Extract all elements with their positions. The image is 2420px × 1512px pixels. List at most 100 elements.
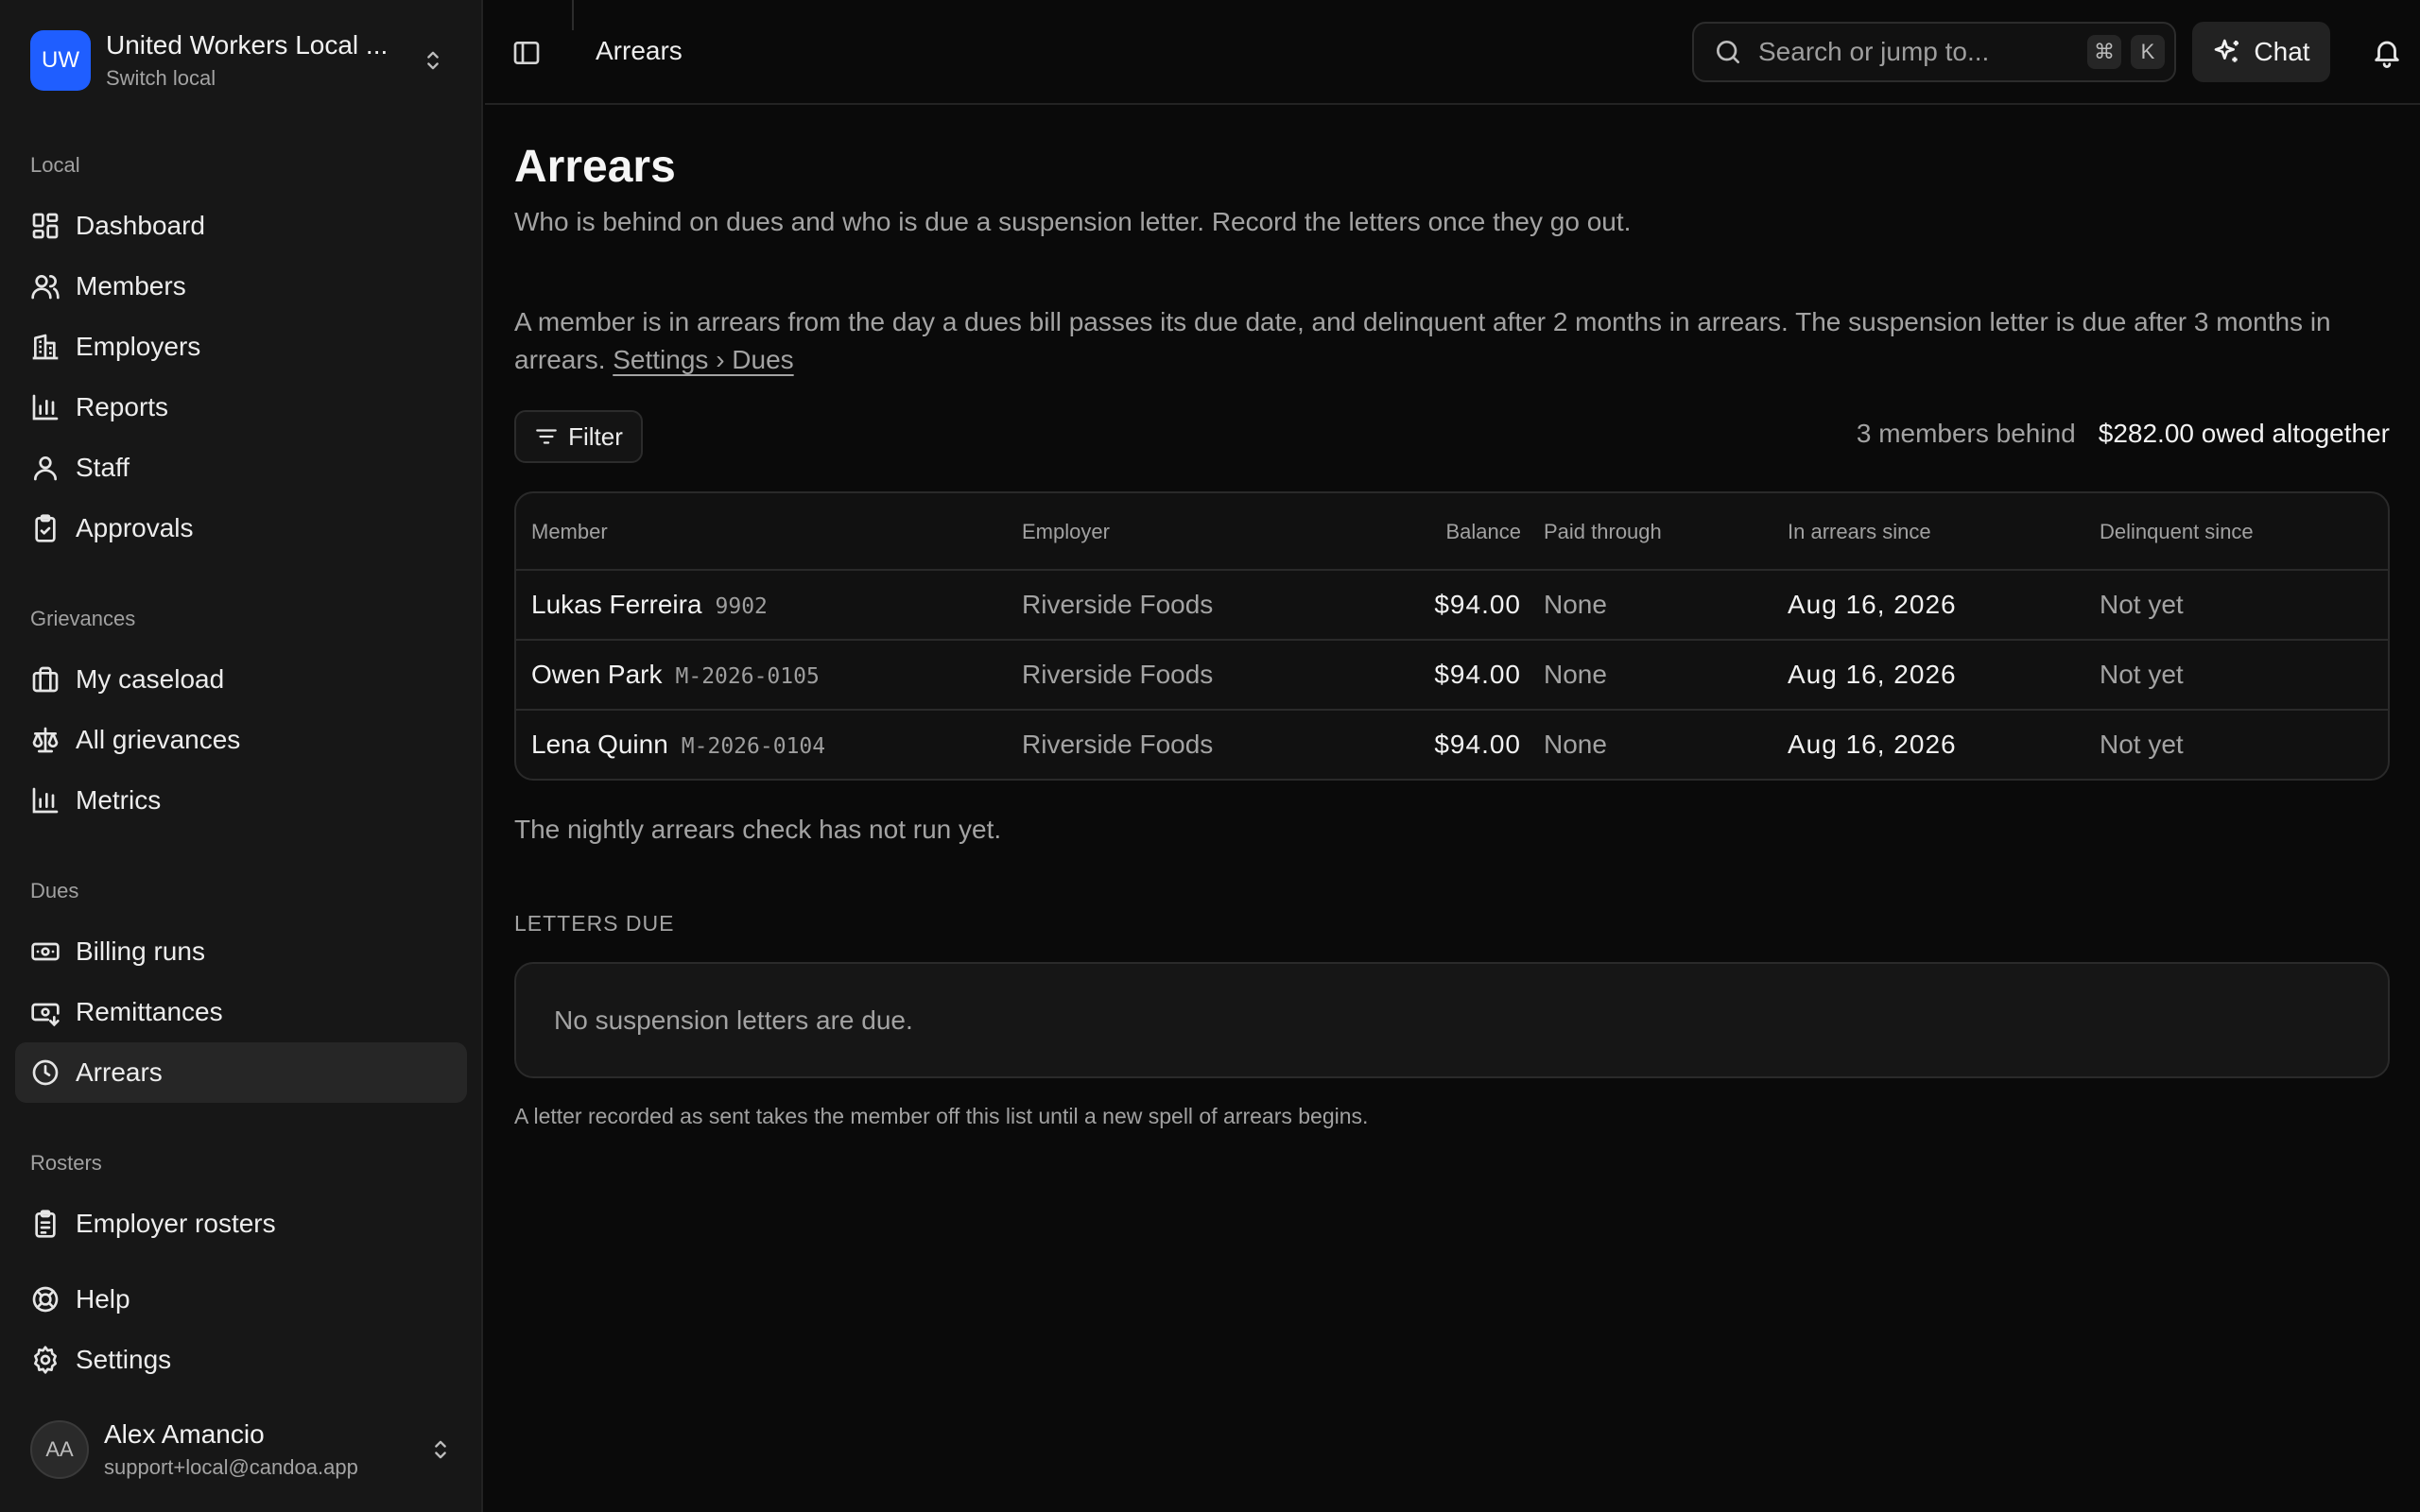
in-arrears-since: Aug 16, 2026 <box>1788 730 1957 759</box>
sidebar-item-employer-rosters[interactable]: Employer rosters <box>15 1194 467 1254</box>
sidebar-item-label: Arrears <box>76 1057 163 1087</box>
delinquent-since: Not yet <box>2100 590 2184 619</box>
column-header-balance[interactable]: Balance <box>1445 520 1521 544</box>
search-input[interactable]: Search or jump to... ⌘ K <box>1692 22 2176 82</box>
paid-through: None <box>1544 730 1607 759</box>
briefcase-icon <box>30 664 60 695</box>
sidebar-item-metrics[interactable]: Metrics <box>15 770 467 831</box>
column-header-delinquent-since[interactable]: Delinquent since <box>2100 520 2254 544</box>
org-switcher[interactable]: UW United Workers Local ... Switch local <box>15 15 459 106</box>
chevron-up-down-icon <box>420 47 446 74</box>
sidebar-item-settings[interactable]: Settings <box>15 1330 467 1390</box>
balance: $94.00 <box>1434 730 1521 759</box>
sidebar-item-label: Employer rosters <box>76 1209 276 1238</box>
sidebar-item-label: Billing runs <box>76 936 205 966</box>
paid-through: None <box>1544 660 1607 689</box>
banknote-icon <box>30 936 60 967</box>
clipboard-list-icon <box>30 1209 60 1239</box>
table-row[interactable]: Lena Quinn M-2026-0104 Riverside Foods $9… <box>516 711 2388 779</box>
column-header-in-arrears-since[interactable]: In arrears since <box>1788 520 1931 544</box>
letters-footnote: A letter recorded as sent takes the memb… <box>514 1104 1369 1128</box>
sidebar-item-staff[interactable]: Staff <box>15 438 467 498</box>
sidebar-item-label: Remittances <box>76 997 223 1026</box>
sidebar-item-employers[interactable]: Employers <box>15 317 467 377</box>
sidebar-item-label: Staff <box>76 453 130 482</box>
sidebar-item-label: Settings <box>76 1345 172 1374</box>
section-label-rosters: Rosters <box>30 1151 102 1175</box>
sidebar-item-label: My caseload <box>76 664 225 694</box>
member-name[interactable]: Owen Park <box>531 660 663 689</box>
employer-name: Riverside Foods <box>1022 590 1214 619</box>
member-name[interactable]: Lukas Ferreira <box>531 590 702 619</box>
header-divider <box>572 0 574 30</box>
sidebar-item-reports[interactable]: Reports <box>15 377 467 438</box>
member-number: M-2026-0104 <box>681 734 826 759</box>
table-row[interactable]: Lukas Ferreira 9902 Riverside Foods $94.0… <box>516 571 2388 641</box>
bell-icon[interactable] <box>2371 36 2403 68</box>
sidebar-item-label: Dashboard <box>76 211 205 240</box>
sidebar-item-billing-runs[interactable]: Billing runs <box>15 921 467 982</box>
employer-name: Riverside Foods <box>1022 660 1214 689</box>
arrears-summary: 3 members behind $282.00 owed altogether <box>1857 419 2390 449</box>
section-label-grievances: Grievances <box>30 607 136 630</box>
sparkles-icon <box>2212 37 2242 67</box>
balance: $94.00 <box>1434 590 1521 619</box>
breadcrumb: Arrears <box>596 36 683 65</box>
paid-through: None <box>1544 590 1607 619</box>
sidebar: UW United Workers Local ... Switch local… <box>0 0 483 1512</box>
user-email: support+local@candoa.app <box>104 1455 358 1479</box>
settings-dues-link[interactable]: Settings › Dues <box>613 345 793 374</box>
bar-chart-icon <box>30 392 60 422</box>
sidebar-item-label: All grievances <box>76 725 241 754</box>
kbd-cmd: ⌘ <box>2087 35 2121 69</box>
table-row[interactable]: Owen Park M-2026-0105 Riverside Foods $94… <box>516 641 2388 711</box>
sidebar-item-all-grievances[interactable]: All grievances <box>15 710 467 770</box>
sidebar-item-my-caseload[interactable]: My caseload <box>15 649 467 710</box>
chat-button[interactable]: Chat <box>2192 22 2330 82</box>
table-header: Member Employer Balance Paid through In … <box>516 493 2388 571</box>
sidebar-item-label: Help <box>76 1284 130 1314</box>
filter-button[interactable]: Filter <box>514 410 643 463</box>
sidebar-item-help[interactable]: Help <box>15 1269 467 1330</box>
column-header-employer[interactable]: Employer <box>1022 520 1110 544</box>
section-label-dues: Dues <box>30 879 79 902</box>
page-title: Arrears <box>514 142 676 192</box>
filter-label: Filter <box>568 421 623 451</box>
total-owed: $282.00 owed altogether <box>2098 419 2390 448</box>
org-name: United Workers Local ... <box>106 30 389 60</box>
employer-name: Riverside Foods <box>1022 730 1214 759</box>
kbd-k: K <box>2131 35 2165 69</box>
gear-icon <box>30 1345 60 1375</box>
column-header-member[interactable]: Member <box>531 520 608 544</box>
top-bar: Arrears Search or jump to... ⌘ K Chat <box>485 0 2420 105</box>
letters-empty-state: No suspension letters are due. <box>554 1005 913 1035</box>
chat-label: Chat <box>2254 37 2310 66</box>
page-subtitle: Who is behind on dues and who is due a s… <box>514 207 1632 236</box>
sidebar-item-approvals[interactable]: Approvals <box>15 498 467 558</box>
member-number: 9902 <box>715 594 768 619</box>
dashboard-icon <box>30 211 60 241</box>
org-logo: UW <box>30 30 91 91</box>
sidebar-item-label: Approvals <box>76 513 194 542</box>
sidebar-item-arrears[interactable]: Arrears <box>15 1042 467 1103</box>
member-name[interactable]: Lena Quinn <box>531 730 668 759</box>
life-buoy-icon <box>30 1284 60 1314</box>
building-icon <box>30 332 60 362</box>
banknote-arrow-icon <box>30 997 60 1027</box>
members-behind-count: 3 members behind <box>1856 419 2076 448</box>
nightly-check-status: The nightly arrears check has not run ye… <box>514 815 1002 844</box>
user-menu[interactable]: AA Alex Amancio support+local@candoa.app <box>15 1408 467 1491</box>
scale-icon <box>30 725 60 755</box>
filter-icon <box>534 424 559 449</box>
sidebar-item-remittances[interactable]: Remittances <box>15 982 467 1042</box>
sidebar-toggle-icon[interactable] <box>511 38 542 68</box>
letters-due-panel: No suspension letters are due. <box>514 962 2390 1078</box>
sidebar-item-members[interactable]: Members <box>15 256 467 317</box>
column-header-paid-through[interactable]: Paid through <box>1544 520 1662 544</box>
clock-icon <box>30 1057 60 1088</box>
delinquent-since: Not yet <box>2100 660 2184 689</box>
delinquent-since: Not yet <box>2100 730 2184 759</box>
search-placeholder: Search or jump to... <box>1758 37 1990 66</box>
arrears-explanation: A member is in arrears from the day a du… <box>514 303 2390 379</box>
sidebar-item-dashboard[interactable]: Dashboard <box>15 196 467 256</box>
